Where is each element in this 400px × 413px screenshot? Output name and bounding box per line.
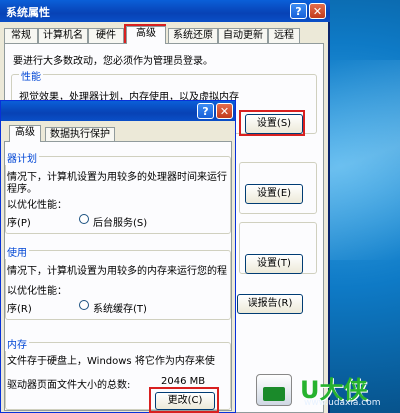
background-services-label: 后台服务(S) [93, 218, 148, 229]
user-profile-settings-button[interactable]: 设置(E) [245, 184, 303, 204]
virtual-memory-description: 文件存于硬盘上，Windows 将它作为内存来使 [7, 356, 215, 367]
virtual-memory-label: 内存 [5, 336, 29, 351]
processor-scheduling-label: 器计划 [5, 150, 39, 165]
error-report-button[interactable]: 误报告(R) [237, 294, 303, 314]
processor-optimize-label: 以优化性能： [7, 200, 67, 211]
advanced-options-pane: 器计划 情况下，计算机设置为用较多的处理器时间来运行 程序。 以优化性能： 序(… [4, 141, 232, 411]
memory-optimize-label: 以优化性能： [7, 286, 67, 297]
highlight-settings-button [239, 110, 305, 136]
performance-label: 性能 [19, 68, 43, 83]
tab-advanced[interactable]: 高级 [9, 125, 41, 142]
tab-strip: 常规 计算机名 硬件 高级 系统还原 自动更新 远程 [4, 26, 326, 44]
tab-system-restore[interactable]: 系统还原 [168, 28, 218, 43]
startup-settings-button[interactable]: 设置(T) [245, 254, 303, 274]
title-bar: ? ✕ [1, 101, 235, 121]
logo-url: www.udaxia.com [304, 398, 381, 408]
processor-radio-programs-label: 序(P) [7, 218, 31, 229]
tab-data-execution-prevention[interactable]: 数据执行保护 [45, 127, 115, 142]
close-button[interactable]: ✕ [309, 3, 326, 19]
radio-background-services[interactable] [79, 214, 89, 224]
admin-notice: 要进行大多数改动，您必须作为管理员登录。 [13, 56, 213, 67]
memory-radio-programs-label: 序(R) [7, 304, 32, 315]
radio-system-cache[interactable] [79, 300, 89, 310]
processor-description-line1: 情况下，计算机设置为用较多的处理器时间来运行 [7, 172, 227, 183]
memory-description: 情况下，计算机设置为用较多的内存来运行您的程 [7, 266, 227, 277]
tab-general[interactable]: 常规 [4, 28, 38, 43]
paging-file-total-label: 驱动器页面文件大小的总数: [7, 380, 131, 391]
tab-hardware[interactable]: 硬件 [88, 28, 124, 43]
tab-computer-name[interactable]: 计算机名 [38, 28, 88, 43]
tab-remote[interactable]: 远程 [268, 28, 300, 43]
paging-file-total-value: 2046 MB [161, 376, 206, 387]
usb-drive-icon [256, 374, 292, 406]
system-cache-label: 系统缓存(T) [93, 304, 147, 315]
udaxia-logo: U大侠 www.udaxia.com [248, 372, 398, 410]
light-streak [320, 60, 400, 260]
tab-auto-update[interactable]: 自动更新 [218, 28, 268, 43]
help-button[interactable]: ? [197, 103, 214, 119]
performance-options-window: ? ✕ 高级 数据执行保护 器计划 情况下，计算机设置为用较多的处理器时间来运行… [0, 100, 236, 413]
help-button[interactable]: ? [290, 3, 307, 19]
highlight-change-button [149, 387, 219, 413]
title-bar: 系统属性 ? ✕ [0, 0, 330, 22]
close-button[interactable]: ✕ [216, 103, 233, 119]
memory-usage-label: 使用 [5, 244, 29, 259]
window-title: 系统属性 [6, 6, 50, 19]
processor-description-line2: 程序。 [7, 184, 37, 195]
tab-advanced[interactable]: 高级 [126, 26, 166, 44]
